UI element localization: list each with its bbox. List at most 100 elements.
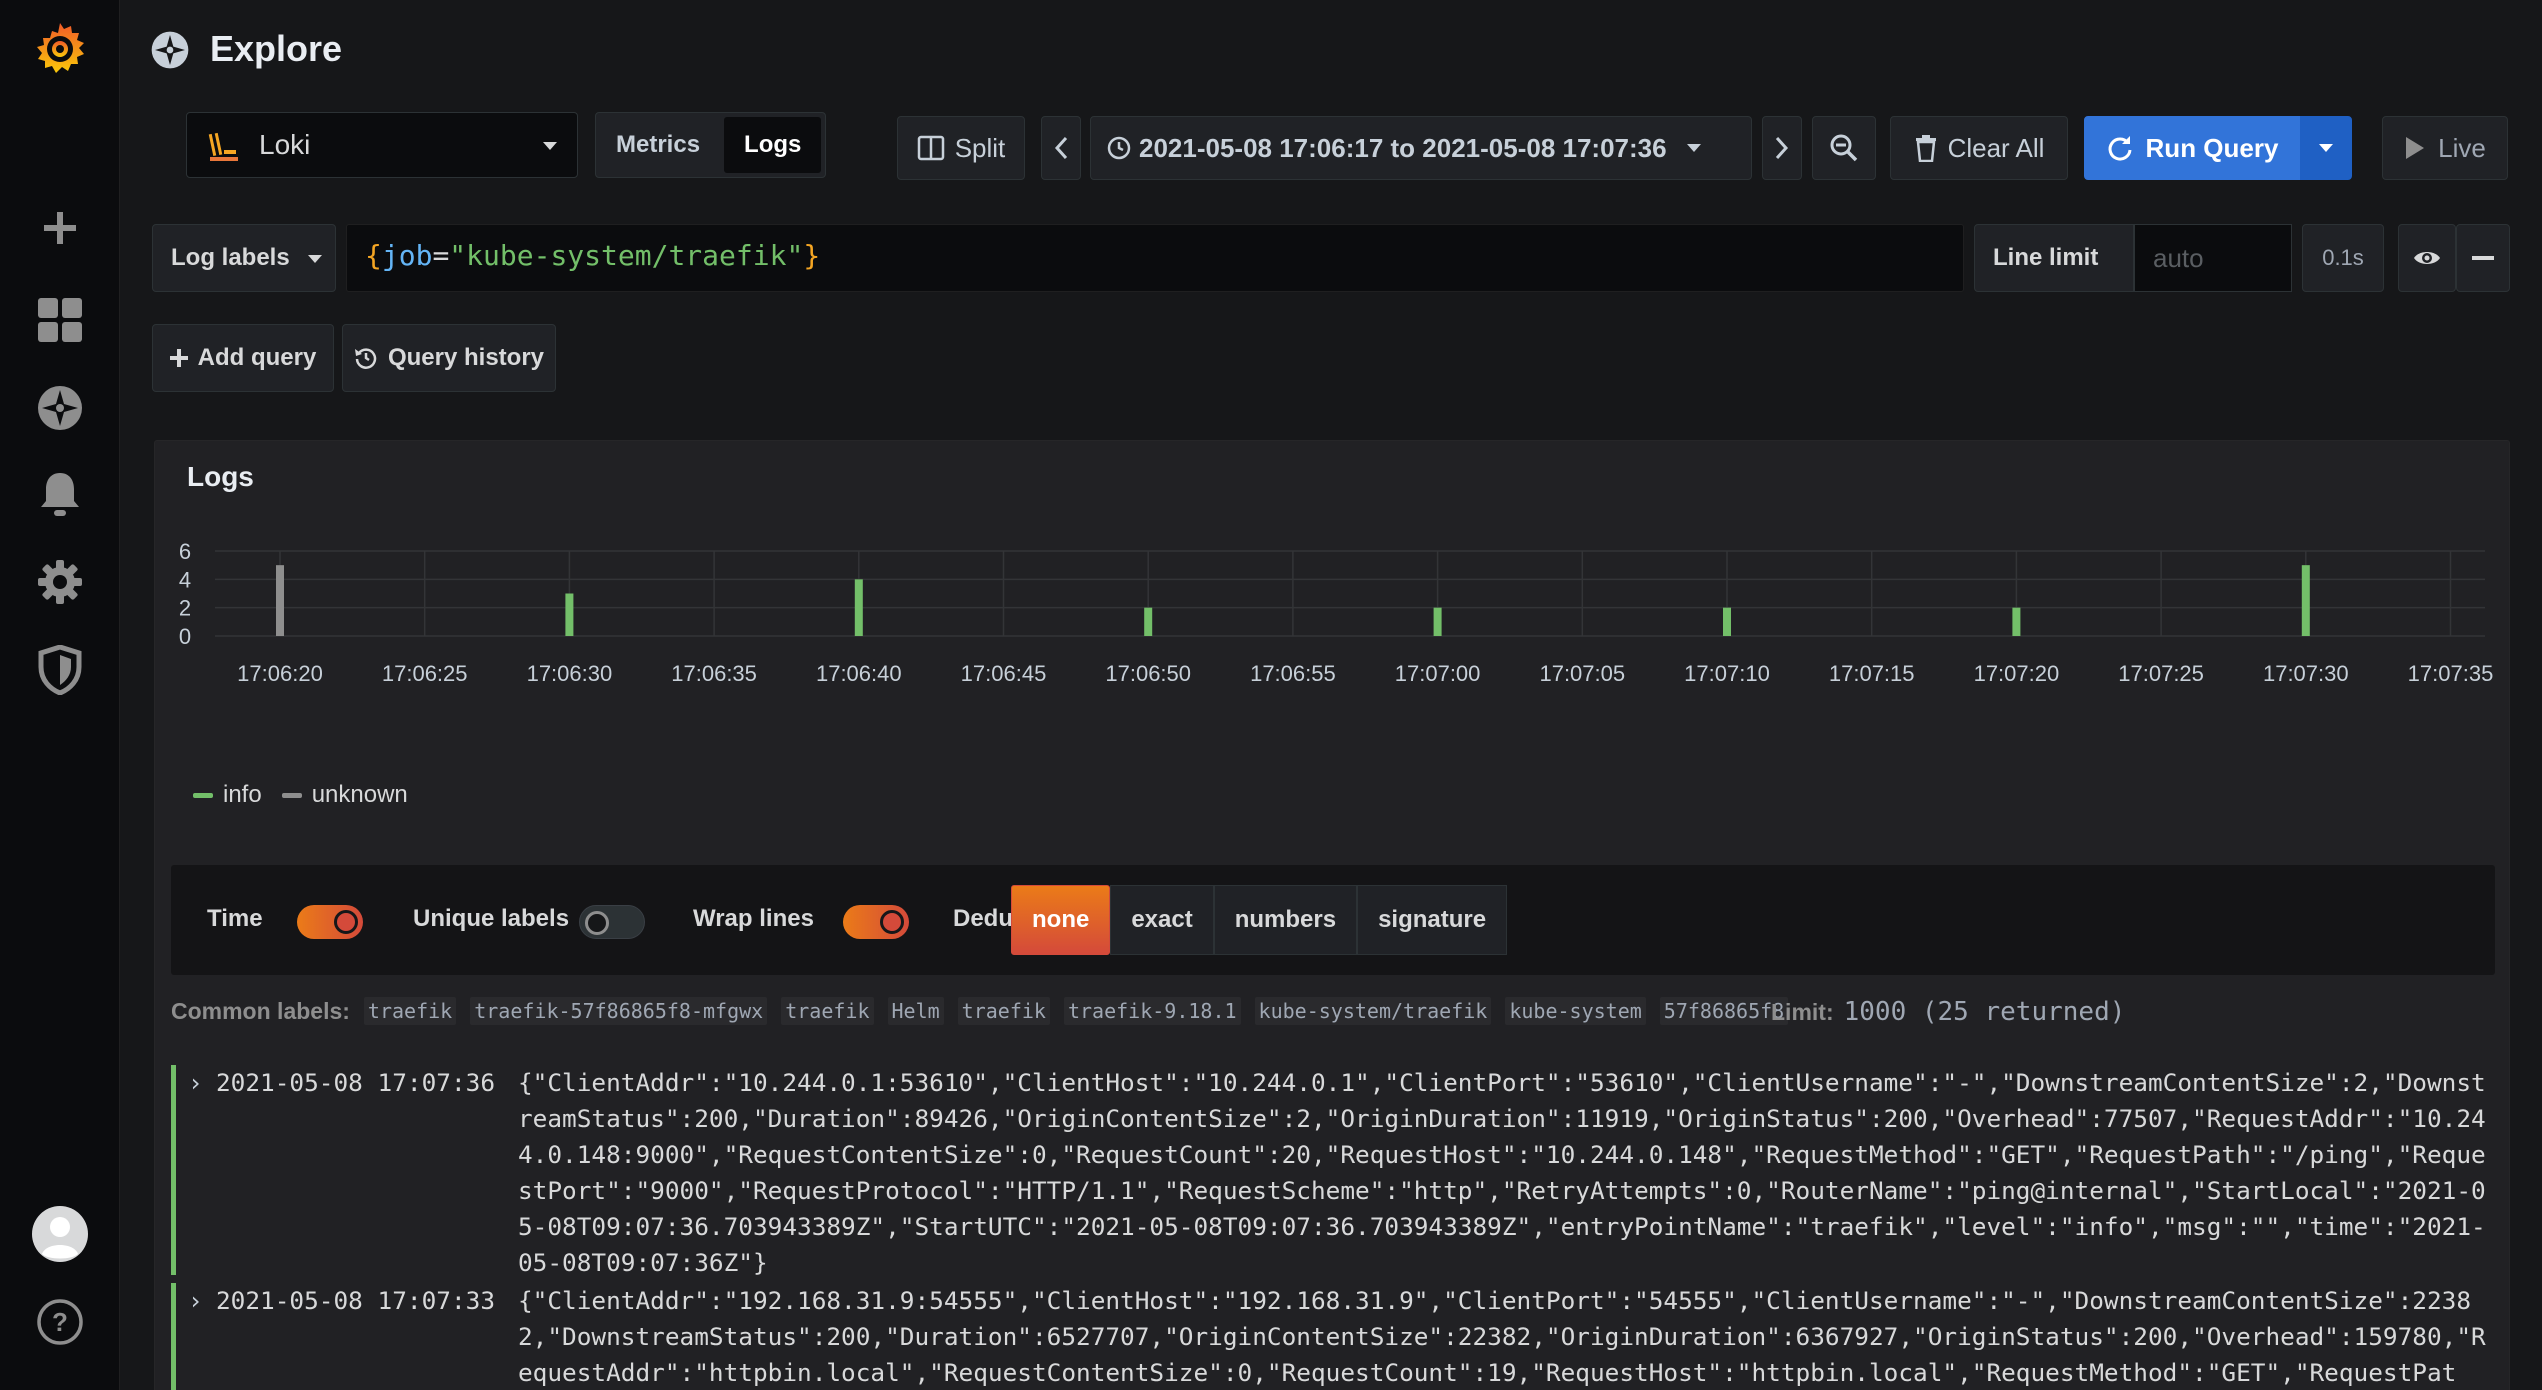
common-label-tag: traefik <box>781 997 874 1025</box>
x-tick-label: 17:06:30 <box>527 661 613 686</box>
page-title: Explore <box>210 28 343 69</box>
plus-icon[interactable] <box>30 198 90 258</box>
log-message: {"ClientAddr":"10.244.0.1:53610","Client… <box>518 1068 2486 1277</box>
split-label: Split <box>954 132 1006 163</box>
time-toggle-switch[interactable] <box>297 905 363 939</box>
time-forward-button[interactable] <box>1762 116 1802 180</box>
dedup-signature-button[interactable]: signature <box>1357 885 1508 955</box>
run-query-options-button[interactable] <box>2300 116 2352 180</box>
grafana-logo-icon[interactable] <box>30 20 90 80</box>
caret-down-icon <box>1685 142 1703 154</box>
caret-down-icon <box>306 244 324 272</box>
datasource-picker[interactable]: Loki <box>186 112 578 178</box>
run-query-button[interactable]: Run Query <box>2084 116 2300 180</box>
log-row[interactable]: › 2021-05-08 17:07:36 {"ClientAddr":"10.… <box>171 1065 2501 1277</box>
y-tick-label: 4 <box>179 567 191 592</box>
y-tick-label: 2 <box>179 596 191 621</box>
line-limit-input[interactable]: auto <box>2134 224 2292 292</box>
line-limit-label: Line limit <box>1974 224 2134 292</box>
mode-metrics-button[interactable]: Metrics <box>596 113 720 177</box>
bell-icon[interactable] <box>30 464 90 524</box>
chart-legend: info unknown <box>193 781 408 809</box>
bar-info <box>2012 607 2021 636</box>
add-query-button[interactable]: Add query <box>152 324 334 392</box>
y-tick-label: 6 <box>179 541 191 564</box>
toggle-query-visibility-button[interactable] <box>2398 224 2456 292</box>
bar-info <box>854 579 863 636</box>
common-label-tag: traefik-9.18.1 <box>1063 997 1241 1025</box>
x-tick-label: 17:06:40 <box>816 661 902 686</box>
query-history-button[interactable]: Query history <box>342 324 556 392</box>
logs-panel-title: Logs <box>187 461 254 492</box>
clear-all-button[interactable]: Clear All <box>1890 116 2068 180</box>
bar-info <box>1433 607 1442 636</box>
user-avatar-icon[interactable] <box>30 1204 90 1264</box>
time-range-picker[interactable]: 2021-05-08 17:06:17 to 2021-05-08 17:07:… <box>1090 116 1752 180</box>
bar-unknown <box>276 565 284 636</box>
legend-item-unknown[interactable]: unknown <box>281 781 408 809</box>
legend-swatch-info <box>193 792 213 798</box>
x-tick-label: 17:07:15 <box>1829 661 1915 686</box>
time-range-label: 2021-05-08 17:06:17 to 2021-05-08 17:07:… <box>1139 132 1667 163</box>
explore-compass-icon[interactable] <box>30 378 90 438</box>
zoom-out-button[interactable] <box>1812 116 1876 180</box>
remove-query-button[interactable] <box>2456 224 2510 292</box>
live-button[interactable]: Live <box>2382 116 2508 180</box>
log-labels-button[interactable]: Log labels <box>152 224 336 292</box>
svg-text:?: ? <box>52 1307 68 1337</box>
common-label-tag: traefik-57f86865f8-mfgwx <box>470 997 768 1025</box>
x-tick-label: 17:07:25 <box>2118 661 2204 686</box>
log-limit: Limit: 1000 (25 returned) <box>1771 997 2125 1027</box>
gear-icon[interactable] <box>30 552 90 612</box>
log-message: {"ClientAddr":"192.168.31.9:54555","Clie… <box>518 1286 2486 1387</box>
time-back-button[interactable] <box>1041 116 1081 180</box>
bar-info <box>1144 607 1153 636</box>
shield-icon[interactable] <box>30 640 90 700</box>
trash-icon <box>1914 134 1938 162</box>
common-labels: Common labels: traefik traefik-57f86865f… <box>171 997 1789 1025</box>
query-label-key: job <box>381 239 433 272</box>
dedup-exact-button[interactable]: exact <box>1110 885 1214 955</box>
play-icon <box>2404 135 2426 161</box>
mode-logs-button[interactable]: Logs <box>724 117 822 173</box>
bar-info <box>1723 607 1731 636</box>
switch-knob <box>334 910 358 934</box>
run-query-label: Run Query <box>2145 132 2279 163</box>
x-tick-label: 17:06:50 <box>1105 661 1191 686</box>
dedup-numbers-button[interactable]: numbers <box>1213 885 1358 955</box>
legend-label: info <box>223 781 262 808</box>
query-brace-close: } <box>803 239 821 272</box>
dashboards-icon[interactable] <box>30 290 90 350</box>
x-tick-label: 17:07:05 <box>1539 661 1625 686</box>
log-labels-label: Log labels <box>171 244 290 271</box>
logs-panel: Logs 0 2 4 6 17:06:20 17:06:25 17:06:30 17:06:3… <box>154 440 2510 1390</box>
add-query-label: Add query <box>197 344 317 371</box>
x-tick-label: 17:06:20 <box>237 661 323 686</box>
time-toggle-label: Time <box>207 905 263 932</box>
dedup-none-button[interactable]: none <box>1011 885 1111 955</box>
query-editor[interactable]: {job="kube-system/traefik"} <box>346 224 1964 292</box>
limit-label: Limit: <box>1771 999 1834 1025</box>
log-row[interactable]: › 2021-05-08 17:07:33 {"ClientAddr":"192… <box>171 1283 2501 1390</box>
unique-labels-toggle-switch[interactable] <box>579 905 645 939</box>
help-icon[interactable]: ? <box>30 1292 90 1352</box>
wrap-lines-toggle-switch[interactable] <box>843 905 909 939</box>
common-label-tag: kube-system/traefik <box>1254 997 1492 1025</box>
common-label-tag: traefik <box>957 997 1050 1025</box>
bar-info <box>2301 565 2310 636</box>
eye-icon <box>2413 248 2441 268</box>
x-tick-label: 17:06:35 <box>671 661 757 686</box>
common-label-tag: 57f86865f8 <box>1659 997 1789 1025</box>
minus-icon <box>2472 255 2494 261</box>
log-timestamp: 2021-05-08 17:07:36 <box>216 1068 496 1097</box>
x-tick-label: 17:07:20 <box>1974 661 2060 686</box>
split-button[interactable]: Split <box>897 116 1025 180</box>
query-operator: = <box>432 239 450 272</box>
x-tick-label: 17:07:10 <box>1684 661 1770 686</box>
expand-row-icon[interactable]: › <box>188 1283 203 1319</box>
common-label-tag: traefik <box>363 997 457 1025</box>
legend-item-info[interactable]: info <box>193 781 262 809</box>
x-tick-label: 17:06:25 <box>382 661 468 686</box>
expand-row-icon[interactable]: › <box>188 1065 203 1101</box>
bar-info <box>565 593 574 636</box>
